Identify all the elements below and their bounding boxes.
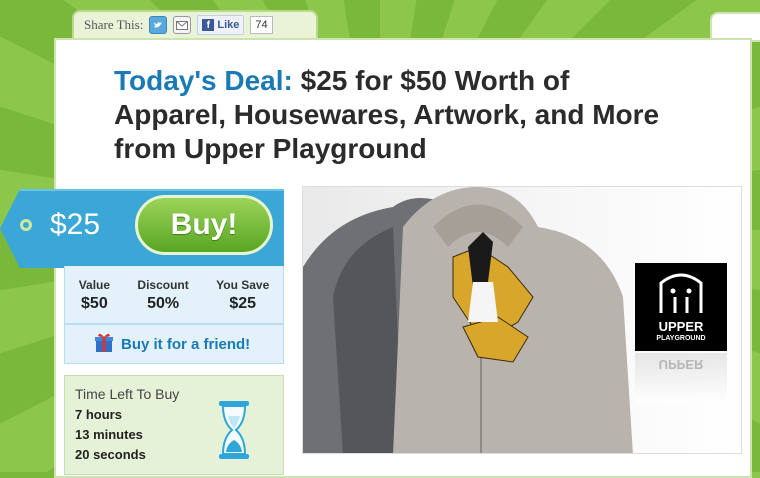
share-bar: Share This: f Like 74	[72, 10, 318, 38]
stat-discount: Discount 50%	[137, 278, 188, 323]
share-label: Share This:	[84, 17, 144, 32]
stat-label: Discount	[137, 278, 189, 292]
brand-logo-reflection: UPPER	[635, 353, 727, 403]
mail-icon[interactable]	[173, 16, 192, 34]
timer-hours: 7 hours	[75, 407, 122, 422]
stat-savings: You Save $25	[216, 278, 269, 323]
stat-number: $25	[229, 295, 257, 312]
facebook-like-button[interactable]: f Like	[197, 15, 245, 35]
facebook-icon: f	[202, 19, 215, 31]
gift-row[interactable]: Buy it for a friend!	[64, 324, 284, 364]
stat-label: You Save	[216, 278, 270, 292]
like-label: Like	[217, 19, 240, 31]
tag-hole	[20, 219, 32, 231]
deal-stats: Value $50 Discount 50% You Save $25	[64, 266, 284, 324]
time-left-box: Time Left To Buy 7 hours 13 minutes 20 s…	[64, 375, 284, 475]
buy-button[interactable]: Buy!	[135, 195, 273, 255]
timer-seconds: 20 seconds	[75, 447, 146, 462]
gift-icon	[93, 331, 115, 358]
brand-reflection-text: UPPER	[658, 357, 704, 372]
like-count: 74	[250, 16, 273, 34]
deal-lead: Today's Deal:	[114, 65, 293, 96]
timer-minutes: 13 minutes	[75, 427, 143, 442]
stat-label: Value	[78, 278, 111, 292]
timer-title: Time Left To Buy	[75, 386, 180, 402]
brand-logo: UPPER PLAYGROUND	[635, 263, 727, 351]
twitter-icon[interactable]	[149, 16, 168, 34]
hourglass-icon	[217, 400, 251, 465]
deal-title: Today's Deal: $25 for $50 Worth of Appar…	[114, 64, 674, 166]
stat-value: Value $50	[79, 278, 110, 323]
stat-number: $50	[81, 295, 108, 312]
deal-photo: UPPER PLAYGROUND UPPER	[302, 186, 742, 454]
brand-name: UPPER	[658, 319, 704, 334]
walrus-icon	[659, 273, 703, 313]
stat-number: 50%	[147, 295, 180, 312]
buy-for-friend-link[interactable]: Buy it for a friend!	[121, 336, 250, 353]
deal-price: $25	[50, 208, 101, 241]
brand-sub: PLAYGROUND	[656, 335, 706, 342]
